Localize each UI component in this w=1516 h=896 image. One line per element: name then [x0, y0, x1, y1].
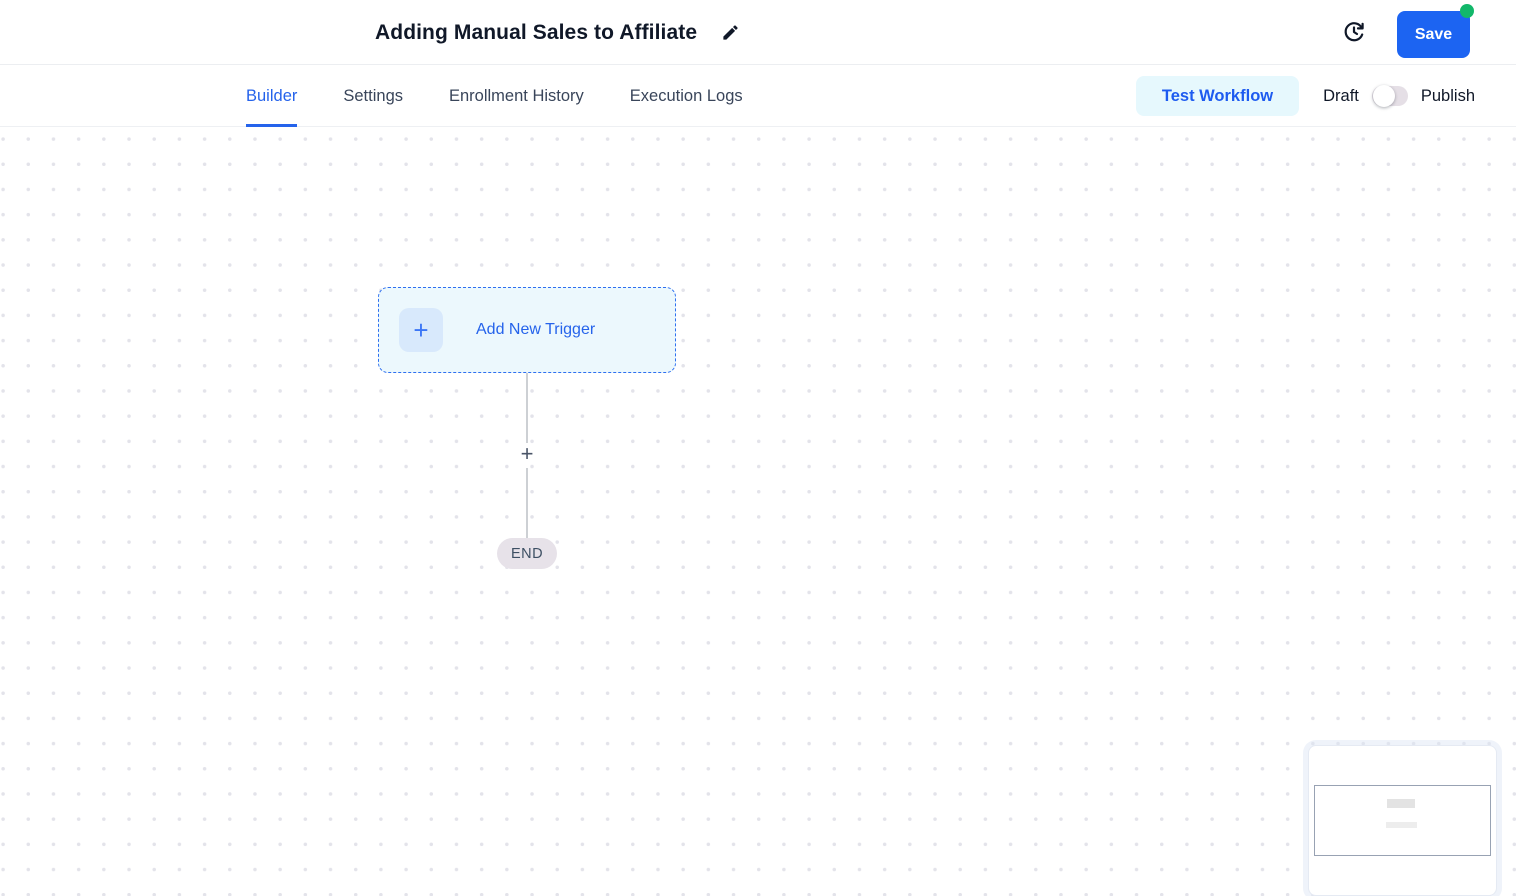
tab-actions: Test Workflow Draft Publish	[1135, 65, 1475, 127]
pencil-icon	[721, 23, 740, 42]
edit-title-button[interactable]	[719, 22, 741, 44]
tab-bar: Builder Settings Enrollment History Exec…	[0, 65, 1516, 127]
add-action-plus-button[interactable]: +	[517, 443, 537, 465]
connector-line-bottom	[526, 468, 528, 538]
title-group: Adding Manual Sales to Affiliate	[375, 0, 741, 65]
tab-enrollment-history[interactable]: Enrollment History	[449, 65, 584, 127]
trigger-node-label: Add New Trigger	[476, 321, 596, 338]
publish-toggle[interactable]	[1371, 85, 1408, 107]
end-node: END	[497, 538, 557, 569]
header: Adding Manual Sales to Affiliate Save	[0, 0, 1516, 65]
minimap-end-node	[1386, 822, 1417, 828]
version-history-button[interactable]	[1341, 19, 1367, 45]
tab-builder[interactable]: Builder	[246, 65, 298, 127]
connector-line-top	[526, 373, 528, 443]
history-clock-icon	[1342, 20, 1366, 44]
add-new-trigger-node[interactable]: + Add New Trigger	[378, 287, 676, 373]
test-workflow-button[interactable]: Test Workflow	[1135, 76, 1300, 116]
workflow-canvas[interactable]: + Add New Trigger + END	[0, 127, 1516, 896]
workflow-builder-page: Adding Manual Sales to Affiliate Save Bu…	[0, 0, 1516, 896]
tab-settings[interactable]: Settings	[343, 65, 403, 127]
toggle-knob	[1372, 85, 1395, 107]
minimap[interactable]	[1308, 745, 1497, 896]
save-button[interactable]: Save	[1397, 11, 1470, 58]
minimap-trigger-node	[1387, 799, 1415, 808]
page-title: Adding Manual Sales to Affiliate	[375, 20, 698, 44]
plus-icon: +	[399, 308, 443, 352]
draft-label: Draft	[1323, 86, 1359, 105]
tabs: Builder Settings Enrollment History Exec…	[246, 65, 743, 127]
unsaved-changes-dot	[1460, 4, 1474, 18]
minimap-viewport[interactable]	[1314, 785, 1491, 856]
tab-execution-logs[interactable]: Execution Logs	[630, 65, 743, 127]
publish-label: Publish	[1420, 86, 1475, 105]
